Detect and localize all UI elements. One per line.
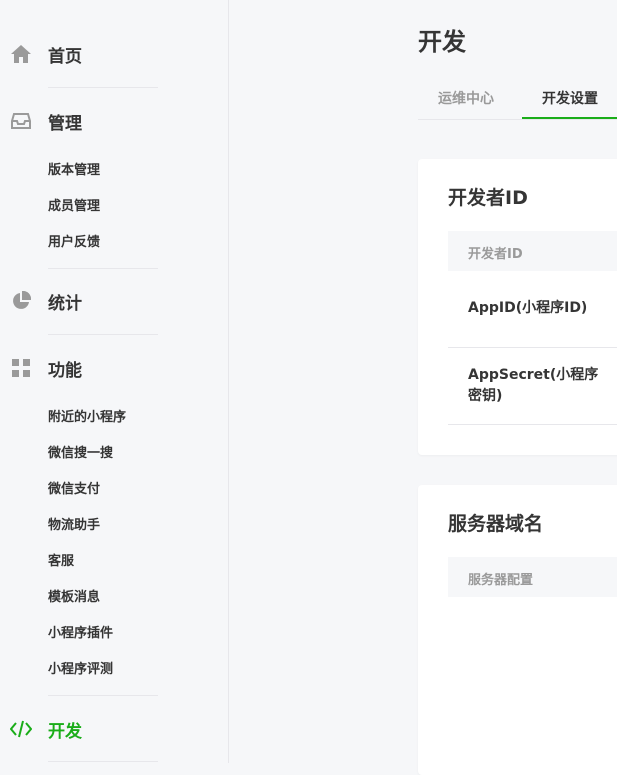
card-title: 服务器域名 — [448, 513, 544, 535]
sidebar-item-search[interactable]: 微信搜一搜 — [48, 443, 113, 465]
divider — [48, 268, 158, 269]
sidebar-item-feedback[interactable]: 用户反馈 — [48, 232, 100, 254]
sidebar-item-nearby[interactable]: 附近的小程序 — [48, 407, 126, 429]
tab-ops-center[interactable]: 运维中心 — [438, 88, 494, 108]
table-header: 开发者ID — [448, 231, 617, 271]
divider — [48, 761, 158, 762]
nav-develop-label: 开发 — [48, 721, 82, 742]
server-domain-card: 服务器域名 服务器配置 — [418, 485, 617, 775]
nav-manage-label: 管理 — [48, 113, 82, 134]
sidebar: 首页 管理 版本管理 成员管理 用户反馈 统计 功能 附近的小程序 微信搜一搜 … — [0, 0, 229, 763]
nav-stats[interactable]: 统计 — [0, 284, 228, 318]
divider — [48, 87, 158, 88]
tab-dev-settings[interactable]: 开发设置 — [542, 88, 598, 108]
main-content: 开发 运维中心 开发设置 开发者ID 开发者ID AppID(小程序ID) Ap… — [229, 0, 617, 775]
grid-icon — [10, 357, 32, 379]
home-icon — [10, 43, 32, 65]
nav-home[interactable]: 首页 — [0, 37, 228, 71]
table-row: AppID(小程序ID) — [448, 271, 617, 348]
tab-bar: 运维中心 开发设置 — [418, 78, 617, 120]
page-title: 开发 — [418, 28, 466, 56]
nav-develop[interactable]: 开发 — [0, 712, 228, 746]
row-label-appsecret: AppSecret(小程序密钥) — [468, 367, 599, 404]
nav-stats-label: 统计 — [48, 293, 82, 314]
inbox-icon — [10, 110, 32, 132]
nav-manage[interactable]: 管理 — [0, 104, 228, 138]
pie-chart-icon — [10, 290, 32, 312]
row-label-appid: AppID(小程序ID) — [468, 300, 588, 316]
developer-id-card: 开发者ID 开发者ID AppID(小程序ID) AppSecret(小程序密钥… — [418, 159, 617, 455]
nav-features[interactable]: 功能 — [0, 351, 228, 385]
divider — [48, 334, 158, 335]
nav-home-label: 首页 — [48, 46, 82, 67]
divider — [48, 695, 158, 696]
sidebar-item-members[interactable]: 成员管理 — [48, 196, 100, 218]
table-header: 服务器配置 — [448, 557, 617, 597]
sidebar-item-plugin[interactable]: 小程序插件 — [48, 623, 113, 645]
sidebar-item-service[interactable]: 客服 — [48, 551, 74, 573]
sidebar-item-version[interactable]: 版本管理 — [48, 160, 100, 182]
sidebar-item-logistics[interactable]: 物流助手 — [48, 515, 100, 537]
nav-features-label: 功能 — [48, 360, 82, 381]
table-header-label: 开发者ID — [468, 247, 523, 262]
sidebar-item-review[interactable]: 小程序评测 — [48, 659, 113, 681]
active-tab-indicator — [522, 117, 617, 119]
sidebar-item-template[interactable]: 模板消息 — [48, 587, 100, 609]
card-title: 开发者ID — [448, 187, 528, 209]
sidebar-item-pay[interactable]: 微信支付 — [48, 479, 100, 501]
code-icon — [10, 718, 32, 740]
table-row: AppSecret(小程序密钥) — [448, 348, 617, 425]
table-header-label: 服务器配置 — [468, 573, 534, 588]
